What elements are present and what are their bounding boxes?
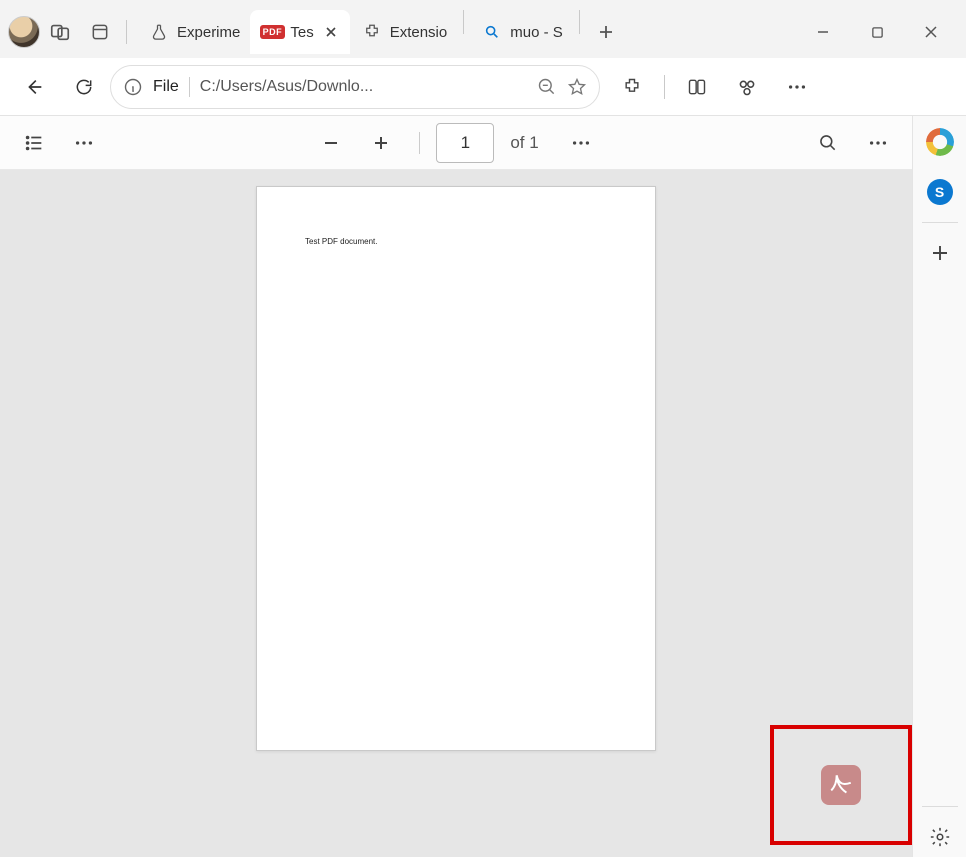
search-icon <box>482 22 502 42</box>
tab-experiments[interactable]: Experime <box>137 10 250 54</box>
divider <box>664 75 665 99</box>
skype-icon: S <box>927 179 953 205</box>
pdf-badge: PDF <box>260 25 286 39</box>
pdf-page: Test PDF document. <box>256 186 656 751</box>
browser-sidebar: S <box>912 116 966 857</box>
tab-label: Experime <box>177 24 240 41</box>
skype-button[interactable]: S <box>920 172 960 212</box>
close-tab-button[interactable] <box>322 23 340 41</box>
scheme-label: File <box>153 78 179 96</box>
pdf-more-right-button[interactable] <box>856 123 900 163</box>
sidebar-add-button[interactable] <box>920 233 960 273</box>
divider <box>922 806 958 807</box>
vert-tabs-icon[interactable] <box>80 12 120 52</box>
zoom-out-button[interactable] <box>309 123 353 163</box>
pdf-more-left-button[interactable] <box>62 123 106 163</box>
tab-label: Tes <box>290 24 313 41</box>
document-text: Test PDF document. <box>305 237 607 246</box>
divider <box>579 10 580 34</box>
acrobat-highlight-box <box>770 725 912 845</box>
window-controls <box>796 12 958 52</box>
contents-button[interactable] <box>12 123 56 163</box>
url-text: C:/Users/Asus/Downlo... <box>200 78 527 96</box>
workspaces-icon[interactable] <box>40 12 80 52</box>
minimize-button[interactable] <box>796 12 850 52</box>
zoom-in-button[interactable] <box>359 123 403 163</box>
pdf-viewer[interactable]: Test PDF document. <box>0 170 912 857</box>
acrobat-icon[interactable] <box>821 765 861 805</box>
divider <box>126 20 127 44</box>
split-screen-button[interactable] <box>673 65 721 109</box>
extension-icon <box>362 22 382 42</box>
tab-extensions[interactable]: Extensio <box>350 10 458 54</box>
extensions-button[interactable] <box>608 65 656 109</box>
site-info-icon[interactable] <box>123 77 143 97</box>
address-bar[interactable]: File C:/Users/Asus/Downlo... <box>110 65 600 109</box>
divider <box>922 222 958 223</box>
pdf-icon: PDF <box>262 22 282 42</box>
new-tab-button[interactable] <box>586 10 626 54</box>
maximize-button[interactable] <box>850 12 904 52</box>
close-window-button[interactable] <box>904 12 958 52</box>
content-wrap: of 1 Test PDF document. <box>0 116 966 857</box>
page-count-label: of 1 <box>510 133 538 153</box>
find-button[interactable] <box>806 123 850 163</box>
profile-avatar[interactable] <box>8 16 40 48</box>
titlebar: Experime PDF Tes Extensio <box>0 0 966 58</box>
tab-pdf[interactable]: PDF Tes <box>250 10 349 54</box>
tab-muo-search[interactable]: muo - S <box>470 10 573 54</box>
zoom-out-icon[interactable] <box>537 77 557 97</box>
divider <box>189 77 190 97</box>
collections-button[interactable] <box>723 65 771 109</box>
back-button[interactable] <box>10 65 58 109</box>
browser-menu-button[interactable] <box>773 65 821 109</box>
favorite-icon[interactable] <box>567 77 587 97</box>
page-number-input[interactable] <box>436 123 494 163</box>
tab-label: Extensio <box>390 24 448 41</box>
copilot-icon <box>926 128 954 156</box>
tab-strip: Experime PDF Tes Extensio <box>137 10 626 54</box>
pdf-toolbar: of 1 <box>0 116 912 170</box>
divider <box>463 10 464 34</box>
settings-button[interactable] <box>920 817 960 857</box>
pdf-more-center-button[interactable] <box>559 123 603 163</box>
refresh-button[interactable] <box>60 65 108 109</box>
copilot-button[interactable] <box>920 122 960 162</box>
navbar: File C:/Users/Asus/Downlo... <box>0 58 966 116</box>
tab-label: muo - S <box>510 24 563 41</box>
flask-icon <box>149 22 169 42</box>
divider <box>419 132 420 154</box>
